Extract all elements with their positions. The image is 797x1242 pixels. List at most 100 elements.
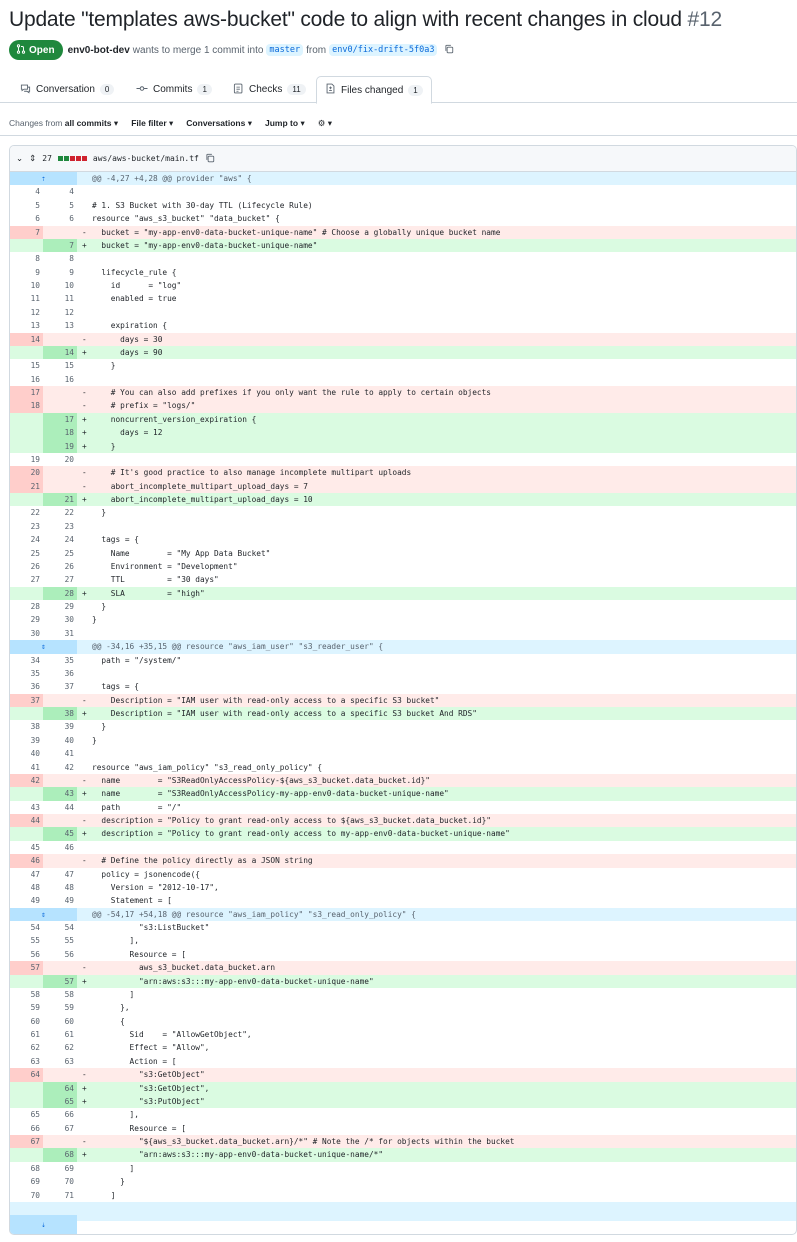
new-line-number[interactable]: 65 xyxy=(43,1094,77,1109)
old-line-number[interactable]: 7 xyxy=(10,225,43,239)
old-line-number[interactable]: 5 xyxy=(10,199,43,212)
old-line-number[interactable]: 48 xyxy=(10,881,43,894)
new-line-number[interactable]: 67 xyxy=(43,1122,77,1135)
new-line-number[interactable]: 40 xyxy=(43,734,77,747)
new-line-number[interactable]: 31 xyxy=(43,627,77,640)
tab-conversation[interactable]: Conversation 0 xyxy=(20,76,115,103)
new-line-number[interactable]: 48 xyxy=(43,881,77,894)
old-line-number[interactable]: 55 xyxy=(10,934,43,947)
old-line-number[interactable]: 34 xyxy=(10,654,43,667)
base-branch[interactable]: master xyxy=(266,44,304,56)
old-line-number[interactable]: 19 xyxy=(10,453,43,466)
new-line-number[interactable]: 55 xyxy=(43,934,77,947)
expand-icon[interactable]: ⇕ xyxy=(10,907,77,921)
new-line-number[interactable]: 22 xyxy=(43,506,77,519)
old-line-number[interactable]: 67 xyxy=(10,1135,43,1149)
new-line-number[interactable]: 62 xyxy=(43,1041,77,1054)
new-line-number[interactable]: 15 xyxy=(43,359,77,372)
new-line-number[interactable]: 25 xyxy=(43,547,77,560)
new-line-number[interactable]: 71 xyxy=(43,1189,77,1202)
new-line-number[interactable]: 23 xyxy=(43,520,77,533)
tab-commits[interactable]: Commits 1 xyxy=(136,76,212,103)
new-line-number[interactable]: 10 xyxy=(43,279,77,292)
old-line-number[interactable]: 54 xyxy=(10,921,43,934)
new-line-number[interactable]: 57 xyxy=(43,974,77,988)
new-line-number[interactable]: 12 xyxy=(43,306,77,319)
old-line-number[interactable]: 29 xyxy=(10,613,43,626)
file-path[interactable]: aws/aws-bucket/main.tf xyxy=(93,154,199,163)
settings-dropdown[interactable]: ⚙ ▾ xyxy=(318,118,332,129)
old-line-number[interactable]: 4 xyxy=(10,185,43,198)
old-line-number[interactable]: 61 xyxy=(10,1028,43,1041)
old-line-number[interactable]: 27 xyxy=(10,573,43,586)
expand-all-icon[interactable]: ⇕ xyxy=(29,153,36,164)
new-line-number[interactable]: 47 xyxy=(43,868,77,881)
changes-from-dropdown[interactable]: Changes from all commits ▾ xyxy=(9,118,118,129)
old-line-number[interactable]: 25 xyxy=(10,547,43,560)
head-branch[interactable]: env0/fix-drift-5f0a3 xyxy=(329,44,438,56)
old-line-number[interactable]: 18 xyxy=(10,399,43,413)
new-line-number[interactable]: 35 xyxy=(43,654,77,667)
old-line-number[interactable]: 30 xyxy=(10,627,43,640)
old-line-number[interactable]: 8 xyxy=(10,252,43,265)
new-line-number[interactable]: 69 xyxy=(43,1162,77,1175)
old-line-number[interactable]: 43 xyxy=(10,801,43,814)
new-line-number[interactable]: 19 xyxy=(43,439,77,453)
new-line-number[interactable]: 24 xyxy=(43,533,77,546)
new-line-number[interactable]: 46 xyxy=(43,841,77,854)
old-line-number[interactable]: 49 xyxy=(10,894,43,907)
new-line-number[interactable]: 64 xyxy=(43,1081,77,1095)
new-line-number[interactable]: 41 xyxy=(43,747,77,760)
old-line-number[interactable]: 63 xyxy=(10,1055,43,1068)
file-filter-dropdown[interactable]: File filter ▾ xyxy=(131,118,173,129)
old-line-number[interactable]: 69 xyxy=(10,1175,43,1188)
old-line-number[interactable]: 23 xyxy=(10,520,43,533)
old-line-number[interactable]: 56 xyxy=(10,948,43,961)
new-line-number[interactable]: 29 xyxy=(43,600,77,613)
old-line-number[interactable]: 40 xyxy=(10,747,43,760)
old-line-number[interactable]: 42 xyxy=(10,773,43,788)
new-line-number[interactable]: 37 xyxy=(43,680,77,693)
new-line-number[interactable]: 11 xyxy=(43,292,77,305)
old-line-number[interactable]: 22 xyxy=(10,506,43,519)
old-line-number[interactable]: 47 xyxy=(10,868,43,881)
old-line-number[interactable]: 28 xyxy=(10,600,43,613)
old-line-number[interactable]: 65 xyxy=(10,1108,43,1121)
old-line-number[interactable]: 36 xyxy=(10,680,43,693)
new-line-number[interactable]: 39 xyxy=(43,720,77,733)
old-line-number[interactable]: 59 xyxy=(10,1001,43,1014)
old-line-number[interactable]: 35 xyxy=(10,667,43,680)
expand-down-icon[interactable]: ⇣ xyxy=(10,1215,77,1234)
new-line-number[interactable]: 20 xyxy=(43,453,77,466)
copy-icon[interactable] xyxy=(444,44,454,57)
author-link[interactable]: env0-bot-dev xyxy=(68,45,130,56)
new-line-number[interactable]: 30 xyxy=(43,613,77,626)
old-line-number[interactable]: 6 xyxy=(10,212,43,225)
old-line-number[interactable]: 60 xyxy=(10,1015,43,1028)
conversations-dropdown[interactable]: Conversations ▾ xyxy=(186,118,252,129)
old-line-number[interactable]: 10 xyxy=(10,279,43,292)
old-line-number[interactable]: 45 xyxy=(10,841,43,854)
new-line-number[interactable]: 4 xyxy=(43,185,77,198)
old-line-number[interactable]: 15 xyxy=(10,359,43,372)
new-line-number[interactable]: 56 xyxy=(43,948,77,961)
new-line-number[interactable]: 66 xyxy=(43,1108,77,1121)
new-line-number[interactable]: 17 xyxy=(43,412,77,427)
new-line-number[interactable]: 8 xyxy=(43,252,77,265)
new-line-number[interactable]: 61 xyxy=(43,1028,77,1041)
old-line-number[interactable]: 13 xyxy=(10,319,43,332)
new-line-number[interactable]: 43 xyxy=(43,787,77,801)
old-line-number[interactable]: 20 xyxy=(10,466,43,480)
new-line-number[interactable]: 70 xyxy=(43,1175,77,1188)
new-line-number[interactable]: 68 xyxy=(43,1148,77,1162)
new-line-number[interactable]: 42 xyxy=(43,761,77,774)
old-line-number[interactable]: 57 xyxy=(10,961,43,975)
new-line-number[interactable]: 9 xyxy=(43,266,77,279)
collapse-icon[interactable]: ⌄ xyxy=(16,153,23,164)
old-line-number[interactable]: 16 xyxy=(10,373,43,386)
new-line-number[interactable]: 13 xyxy=(43,319,77,332)
new-line-number[interactable]: 14 xyxy=(43,345,77,360)
new-line-number[interactable]: 26 xyxy=(43,560,77,573)
expand-icon[interactable]: ⇕ xyxy=(10,640,77,654)
tab-checks[interactable]: Checks 11 xyxy=(233,76,306,103)
